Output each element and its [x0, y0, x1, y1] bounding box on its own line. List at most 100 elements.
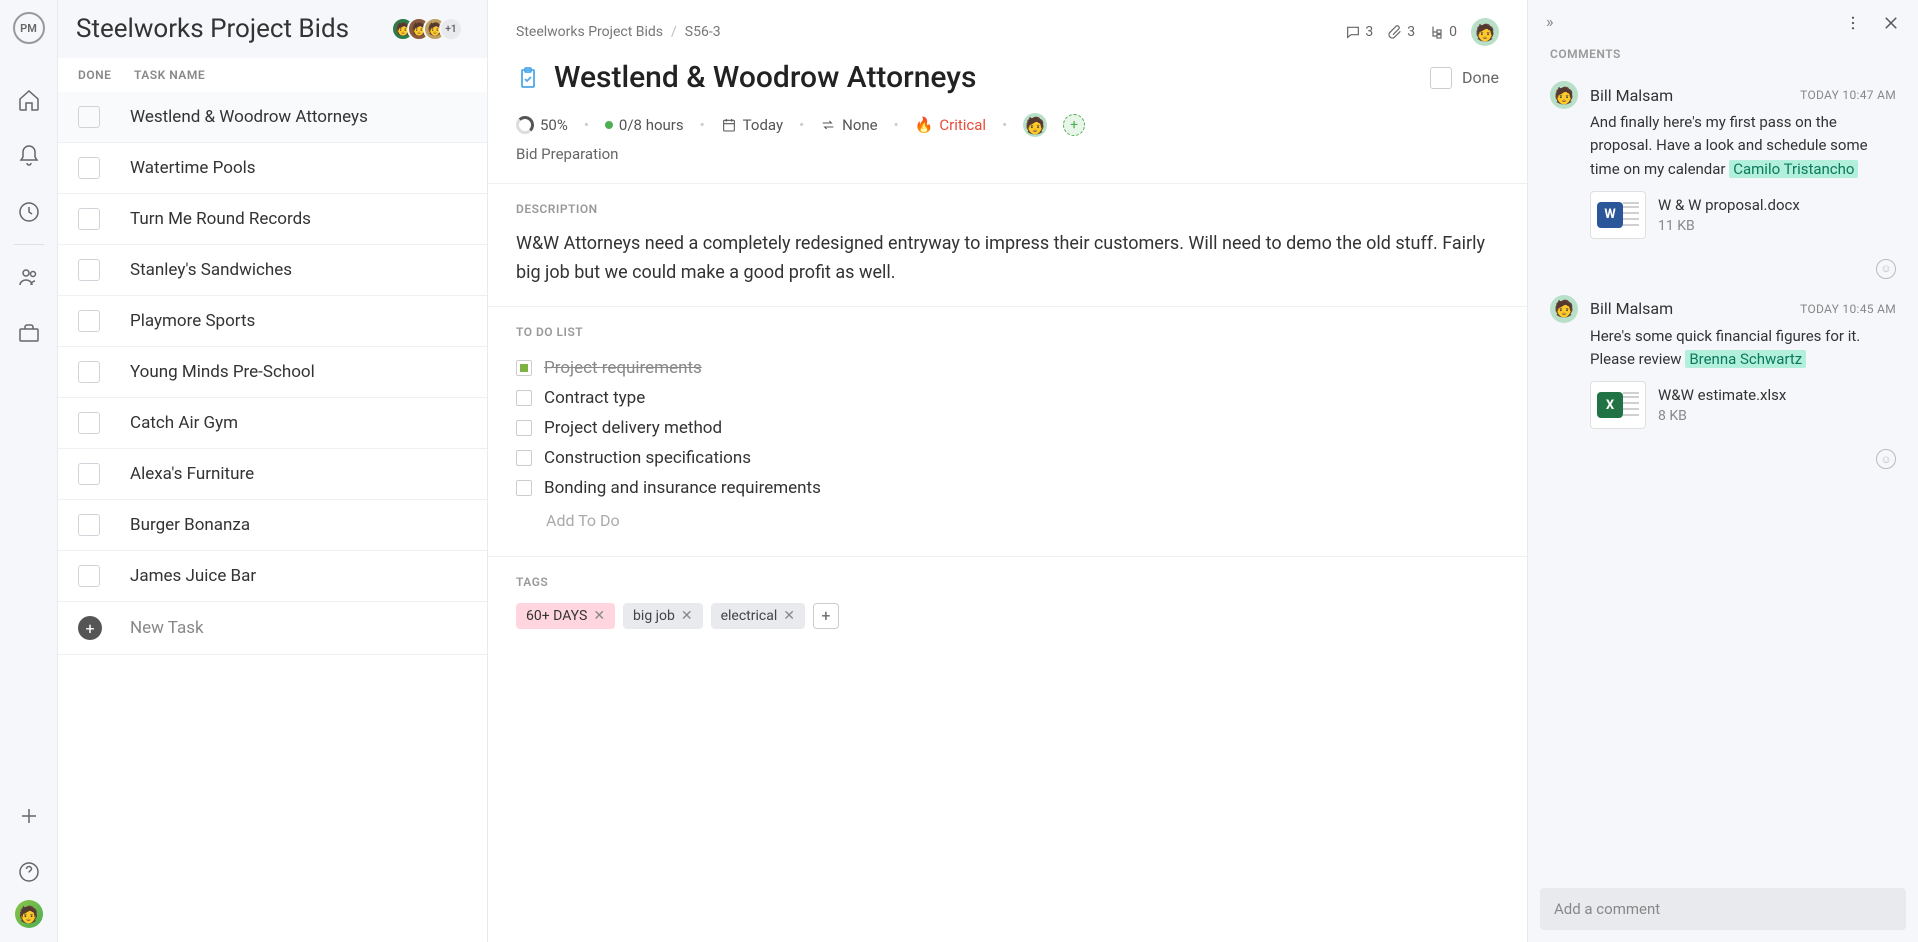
todo-item[interactable]: Bonding and insurance requirements — [516, 473, 1499, 503]
task-row[interactable]: Burger Bonanza — [58, 500, 487, 551]
portfolio-icon[interactable] — [17, 321, 41, 345]
todo-checkbox[interactable] — [516, 450, 532, 466]
description-label: DESCRIPTION — [516, 202, 1499, 216]
tag-remove-icon[interactable]: ✕ — [783, 608, 795, 624]
todo-item[interactable]: Contract type — [516, 383, 1499, 413]
add-comment-input[interactable]: Add a comment — [1540, 888, 1906, 930]
user-avatar[interactable]: 🧑 — [15, 900, 43, 928]
task-checkbox[interactable] — [78, 157, 100, 179]
breadcrumb-separator: / — [671, 24, 677, 40]
subtask-count[interactable]: 0 — [1429, 24, 1457, 40]
react-icon[interactable]: ☺ — [1876, 259, 1896, 279]
todo-checkbox[interactable] — [516, 480, 532, 496]
todo-item[interactable]: Construction specifications — [516, 443, 1499, 473]
todo-checkbox[interactable] — [516, 420, 532, 436]
task-checkbox[interactable] — [78, 361, 100, 383]
task-checkbox[interactable] — [78, 310, 100, 332]
task-name: Young Minds Pre-School — [130, 362, 315, 382]
hours-chip[interactable]: 0/8 hours — [605, 116, 684, 134]
done-toggle[interactable]: Done — [1430, 67, 1499, 89]
task-row[interactable]: Alexa's Furniture — [58, 449, 487, 500]
collaborator-stack[interactable]: 🧑 🧑 🧑 +1 — [399, 17, 463, 41]
calendar-icon — [721, 117, 737, 133]
description-text[interactable]: W&W Attorneys need a completely redesign… — [516, 230, 1499, 288]
task-row[interactable]: Young Minds Pre-School — [58, 347, 487, 398]
todo-item[interactable]: Project delivery method — [516, 413, 1499, 443]
comment-count[interactable]: 3 — [1345, 24, 1373, 40]
team-icon[interactable] — [17, 265, 41, 289]
task-row[interactable]: James Juice Bar — [58, 551, 487, 602]
file-size: 8 KB — [1658, 408, 1786, 424]
task-checkbox[interactable] — [78, 259, 100, 281]
repeat-chip[interactable]: None — [820, 116, 878, 134]
task-row[interactable]: Westlend & Woodrow Attorneys — [58, 92, 487, 143]
clipboard-icon — [516, 66, 540, 90]
add-todo-button[interactable]: Add To Do — [546, 503, 1499, 538]
todo-checkbox[interactable] — [516, 390, 532, 406]
mention[interactable]: Camilo Tristancho — [1729, 160, 1858, 178]
task-checkbox[interactable] — [78, 106, 100, 128]
attachment[interactable]: X W&W estimate.xlsx 8 KB — [1590, 381, 1896, 429]
todo-checkbox[interactable] — [516, 360, 532, 376]
comment-avatar[interactable]: 🧑 — [1550, 295, 1578, 323]
task-name: Burger Bonanza — [130, 515, 250, 535]
task-row[interactable]: Playmore Sports — [58, 296, 487, 347]
breadcrumb-task-id[interactable]: S56-3 — [685, 24, 721, 40]
task-checkbox[interactable] — [78, 565, 100, 587]
react-icon[interactable]: ☺ — [1876, 449, 1896, 469]
tag[interactable]: big job ✕ — [623, 603, 703, 629]
add-tag-button[interactable]: + — [813, 603, 839, 629]
tag-remove-icon[interactable]: ✕ — [593, 608, 605, 624]
chip-assignee-avatar[interactable]: 🧑 — [1023, 113, 1047, 137]
more-menu-icon[interactable] — [1844, 14, 1862, 32]
progress-chip[interactable]: 50% — [516, 116, 568, 134]
todo-text: Project delivery method — [544, 418, 722, 438]
add-assignee-button[interactable]: + — [1063, 114, 1085, 136]
new-task-label: New Task — [130, 618, 204, 638]
comment-body: And finally here's my first pass on the … — [1590, 111, 1896, 181]
todo-text: Construction specifications — [544, 448, 751, 468]
add-task-icon[interactable]: + — [78, 616, 102, 640]
done-checkbox[interactable] — [1430, 67, 1452, 89]
task-row[interactable]: Stanley's Sandwiches — [58, 245, 487, 296]
tag[interactable]: 60+ DAYS ✕ — [516, 603, 615, 629]
task-checkbox[interactable] — [78, 514, 100, 536]
status-dot-icon — [605, 121, 613, 129]
app-logo[interactable]: PM — [13, 12, 45, 44]
due-chip[interactable]: Today — [721, 116, 783, 134]
recent-icon[interactable] — [17, 200, 41, 224]
task-checkbox[interactable] — [78, 463, 100, 485]
comment: 🧑 Bill Malsam TODAY 10:47 AM And finally… — [1528, 75, 1918, 259]
add-icon[interactable] — [17, 804, 41, 828]
comment-author: Bill Malsam — [1590, 86, 1788, 105]
task-list-name[interactable]: Bid Preparation — [488, 137, 1527, 183]
tag-text: 60+ DAYS — [526, 608, 587, 624]
todo-item[interactable]: Project requirements — [516, 353, 1499, 383]
assignee-avatar[interactable]: 🧑 — [1471, 18, 1499, 46]
task-checkbox[interactable] — [78, 412, 100, 434]
comment-avatar[interactable]: 🧑 — [1550, 81, 1578, 109]
priority-chip[interactable]: 🔥Critical — [915, 116, 986, 134]
more-collaborators[interactable]: +1 — [439, 17, 463, 41]
breadcrumb-project[interactable]: Steelworks Project Bids — [516, 24, 663, 40]
task-row[interactable]: Catch Air Gym — [58, 398, 487, 449]
help-icon[interactable] — [17, 860, 41, 884]
task-checkbox[interactable] — [78, 208, 100, 230]
attachment[interactable]: W W & W proposal.docx 11 KB — [1590, 191, 1896, 239]
tag-text: big job — [633, 608, 675, 624]
tag-remove-icon[interactable]: ✕ — [681, 608, 693, 624]
todo-text: Project requirements — [544, 358, 702, 378]
task-row[interactable]: Turn Me Round Records — [58, 194, 487, 245]
attachment-count[interactable]: 3 — [1387, 24, 1415, 40]
new-task-row[interactable]: + New Task — [58, 602, 487, 655]
task-title[interactable]: Westlend & Woodrow Attorneys — [554, 60, 1416, 95]
home-icon[interactable] — [17, 88, 41, 112]
notifications-icon[interactable] — [17, 144, 41, 168]
mention[interactable]: Brenna Schwartz — [1685, 350, 1806, 368]
task-row[interactable]: Watertime Pools — [58, 143, 487, 194]
tag[interactable]: electrical✕ — [711, 603, 805, 629]
task-name: James Juice Bar — [130, 566, 256, 586]
close-icon[interactable] — [1882, 14, 1900, 32]
progress-ring-icon — [516, 116, 534, 134]
comment-body: Here's some quick financial figures for … — [1590, 325, 1896, 372]
